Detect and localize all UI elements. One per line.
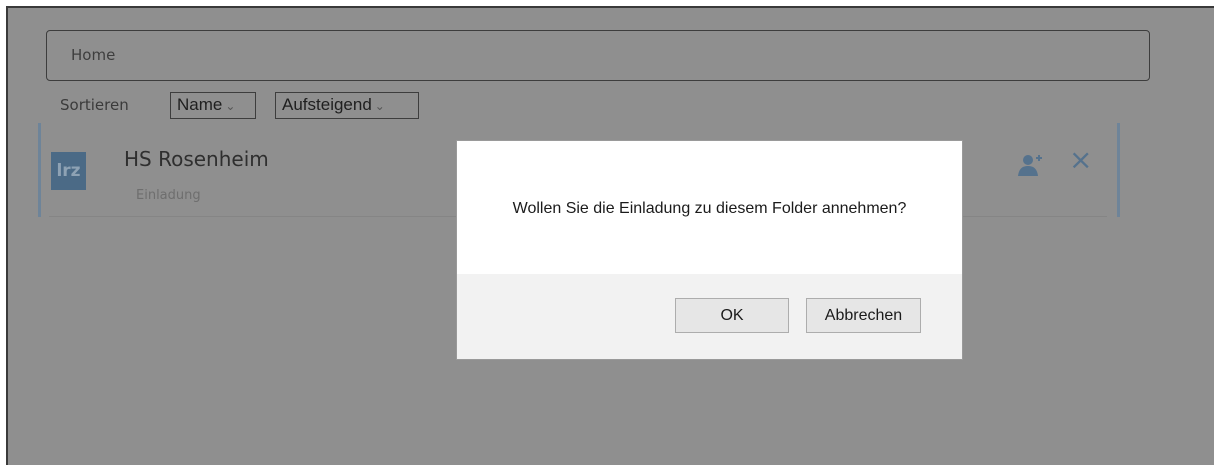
dialog-message: Wollen Sie die Einladung zu diesem Folde… xyxy=(512,200,907,217)
chevron-down-icon: ⌄ xyxy=(225,99,236,113)
breadcrumb[interactable]: Home xyxy=(46,30,1150,81)
cancel-button[interactable]: Abbrechen xyxy=(806,298,921,333)
ok-button[interactable]: OK xyxy=(675,298,789,333)
sort-order-value: Aufsteigend xyxy=(282,95,372,114)
close-icon[interactable]: × xyxy=(1069,145,1092,175)
sort-field-select[interactable]: Name ⌄ xyxy=(170,92,256,119)
breadcrumb-home[interactable]: Home xyxy=(71,46,115,64)
folder-title: HS Rosenheim xyxy=(124,147,269,171)
folder-logo: lrz xyxy=(51,152,86,190)
folder-subtitle: Einladung xyxy=(136,188,201,203)
sort-order-select[interactable]: Aufsteigend ⌄ xyxy=(275,92,419,119)
dialog-body: Wollen Sie die Einladung zu diesem Folde… xyxy=(457,141,962,274)
sort-field-value: Name xyxy=(177,95,223,114)
dialog-footer: OK Abbrechen xyxy=(457,274,962,359)
user-accept-icon[interactable] xyxy=(1016,153,1044,177)
confirm-dialog: Wollen Sie die Einladung zu diesem Folde… xyxy=(456,140,963,360)
chevron-down-icon: ⌄ xyxy=(374,99,385,113)
sort-label: Sortieren xyxy=(60,96,129,114)
